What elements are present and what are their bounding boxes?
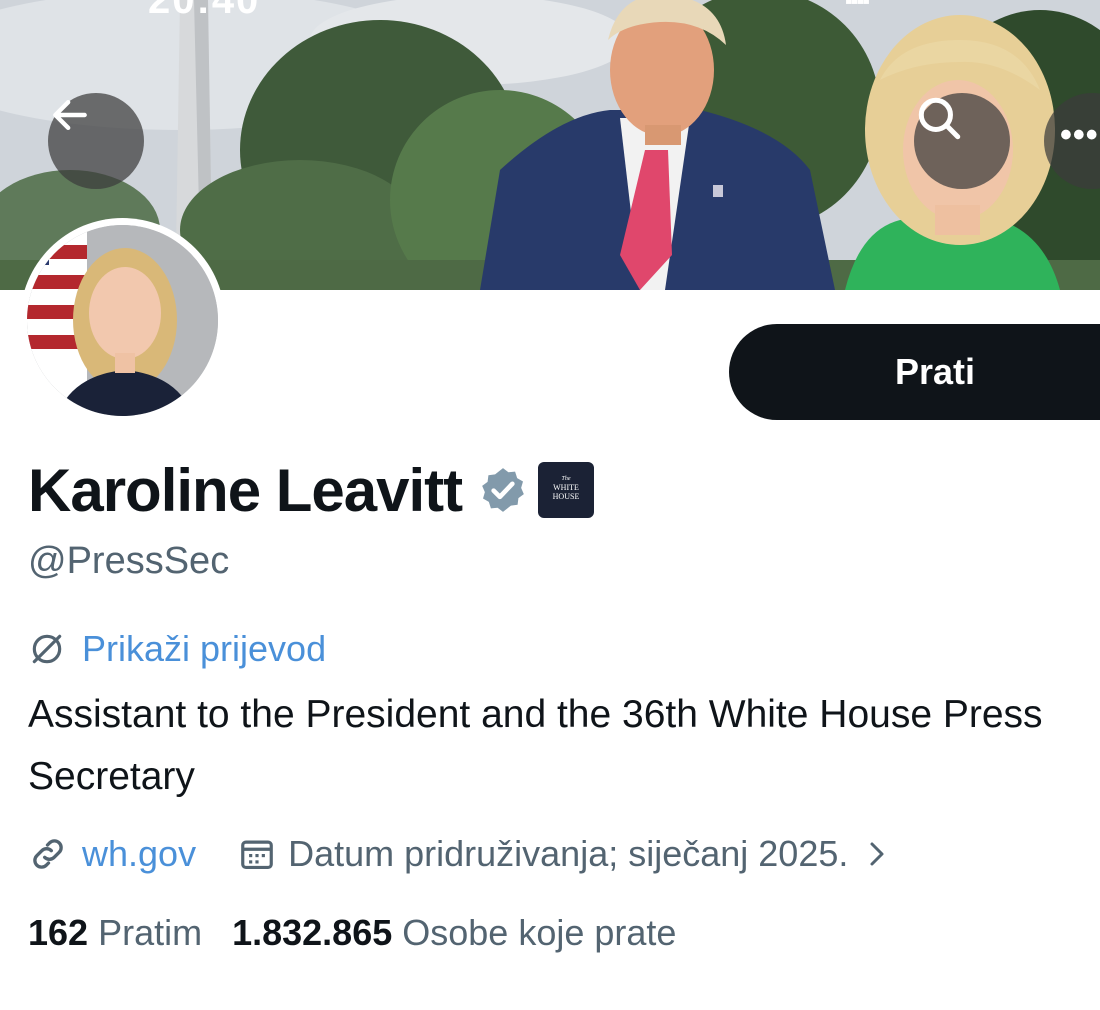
join-date[interactable]: Datum pridruživanja; siječanj 2025. (288, 833, 848, 875)
back-arrow-icon (53, 99, 87, 131)
followers-label: Osobe koje prate (402, 912, 677, 953)
status-time: 20:40 (148, 0, 261, 22)
verified-badge-icon[interactable] (478, 465, 528, 515)
logo-the: The (562, 476, 571, 482)
chevron-right-icon[interactable] (862, 839, 892, 869)
followers-count: 1.832.865 (232, 912, 393, 953)
logo-line-2: HOUSE (553, 492, 580, 501)
calendar-icon (241, 840, 273, 870)
search-button[interactable] (914, 93, 1010, 189)
follow-stats: 162 Pratim 1.832.865 Osobe koje prate (28, 912, 676, 954)
more-icon: ••• (1060, 116, 1099, 154)
link-icon (33, 839, 63, 869)
signal-icon: ▪▪▪▪ (845, 0, 870, 13)
user-handle: @PressSec (28, 540, 230, 582)
avatar-image (27, 225, 218, 416)
profile-bio: Assistant to the President and the 36th … (28, 693, 1043, 798)
back-button[interactable] (48, 93, 144, 189)
display-name: Karoline Leavitt (28, 456, 463, 524)
white-house-logo-icon: The WHITE HOUSE (553, 476, 580, 501)
follow-button[interactable]: Prati (729, 324, 1100, 420)
logo-line-1: WHITE (553, 483, 579, 492)
translate-row[interactable]: Prikaži prijevod (28, 628, 326, 670)
following-stat[interactable]: 162 Pratim (28, 912, 202, 954)
profile-name-row: Karoline Leavitt The WHITE HOUSE (28, 450, 595, 530)
profile-meta-row: wh.gov Datum pridruživanja; siječanj 202… (28, 828, 892, 880)
followers-stat[interactable]: 1.832.865 Osobe koje prate (232, 912, 676, 954)
profile-avatar[interactable] (20, 218, 225, 423)
following-label: Pratim (98, 912, 203, 953)
status-indicators: ▪▪▪▪ (845, 0, 1085, 13)
translate-icon (32, 634, 62, 664)
following-count: 162 (28, 912, 89, 953)
website-link[interactable]: wh.gov (82, 833, 196, 875)
search-icon (918, 97, 961, 140)
show-translation-link[interactable]: Prikaži prijevod (82, 628, 326, 670)
affiliation-badge[interactable]: The WHITE HOUSE (538, 462, 595, 518)
